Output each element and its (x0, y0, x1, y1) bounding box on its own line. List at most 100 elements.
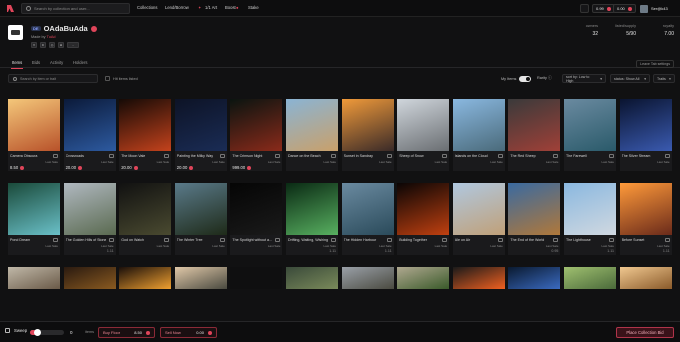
nft-card[interactable]: The Lighthouse Last Sale 1.11 (564, 183, 616, 255)
cart-icon[interactable] (108, 154, 114, 158)
nft-image[interactable] (508, 183, 561, 235)
nft-card[interactable]: Camera Obscura Last Sale 8.50 (8, 99, 60, 171)
more-icon[interactable]: ... (67, 42, 79, 48)
cart-icon[interactable] (164, 238, 170, 242)
cart-icon[interactable] (219, 154, 225, 158)
website-icon[interactable]: ◎ (49, 42, 55, 48)
nft-card[interactable]: Drifting, Waiting, Wishing Last Sale 1.11 (286, 183, 338, 255)
nft-card[interactable]: The Farewell Last Sale (564, 99, 616, 171)
discord-icon[interactable]: D (40, 42, 46, 48)
global-search-input[interactable]: Search by collection and user... (21, 3, 130, 14)
nft-image[interactable] (452, 183, 505, 235)
refresh-icon[interactable] (580, 4, 589, 13)
tab-holders[interactable]: Holders (73, 60, 87, 65)
nft-card[interactable]: God on Watch Last Sale (119, 183, 172, 255)
nft-card[interactable]: The Spotlight without a... Last Sale (230, 183, 283, 255)
nft-card[interactable]: Building Together Last Sale (397, 183, 450, 255)
cart-icon[interactable] (275, 238, 281, 242)
cart-icon[interactable] (275, 154, 281, 158)
nft-card[interactable]: The Winter Tree Last Sale (174, 183, 227, 255)
nft-card[interactable] (8, 267, 60, 289)
cart-icon[interactable] (164, 154, 170, 158)
cart-icon[interactable] (219, 238, 225, 242)
tab-settings-link[interactable]: Leave Tab settings (636, 60, 674, 68)
nft-image[interactable] (230, 99, 283, 151)
nft-card[interactable]: Before Sunset Last Sale 1.11 (619, 183, 672, 255)
nft-image[interactable] (397, 267, 450, 289)
nft-card[interactable] (230, 267, 283, 289)
nft-card[interactable]: Dance on the Beach Last Sale (286, 99, 338, 171)
nft-image[interactable] (452, 99, 505, 151)
nft-card[interactable] (63, 267, 116, 289)
cart-icon[interactable] (553, 238, 559, 242)
cart-icon[interactable] (331, 154, 336, 158)
cart-icon[interactable] (331, 238, 336, 242)
traits-button[interactable]: Traits ≡ (653, 74, 675, 83)
sweep-slider[interactable] (30, 329, 64, 336)
cart-icon[interactable] (553, 154, 559, 158)
nft-image[interactable] (174, 183, 227, 235)
nft-card[interactable] (174, 267, 227, 289)
cart-icon[interactable] (442, 238, 448, 242)
cart-icon[interactable] (664, 154, 670, 158)
nft-image[interactable] (564, 99, 616, 151)
nft-card[interactable]: Sunset in Sandray Last Sale (341, 99, 394, 171)
nft-image[interactable] (230, 267, 283, 289)
cart-icon[interactable] (442, 154, 448, 158)
nft-card[interactable]: The Red Sheep Last Sale (508, 99, 561, 171)
place-collection-bid-button[interactable]: Place Collection Bid (616, 327, 674, 338)
rarity-filter[interactable]: Rarity ⓘ (537, 76, 552, 81)
nft-card[interactable] (119, 267, 172, 289)
cart-icon[interactable] (609, 238, 614, 242)
twitter-icon[interactable]: ✕ (31, 42, 37, 48)
cart-icon[interactable] (386, 238, 392, 242)
cart-icon[interactable] (53, 238, 58, 242)
nft-card[interactable]: The Crimson Night Last Sale 999.00 (230, 99, 283, 171)
cart-icon[interactable] (609, 154, 614, 158)
nav-boost[interactable]: Boost (225, 5, 236, 10)
nft-card[interactable]: The End of the World Last Sale 0.95 (508, 183, 561, 255)
cart-icon[interactable] (497, 154, 503, 158)
my-items-toggle[interactable]: My Items (501, 76, 532, 82)
nft-image[interactable] (508, 267, 561, 289)
nft-image[interactable] (8, 183, 60, 235)
nft-card[interactable]: Pond Dream Last Sale (8, 183, 60, 255)
nft-image[interactable] (341, 99, 394, 151)
cart-icon[interactable] (108, 238, 114, 242)
nft-card[interactable]: The Golden Hills of Stone Last Sale 1.11 (63, 183, 116, 255)
cart-icon[interactable] (386, 154, 392, 158)
nft-image[interactable] (341, 267, 394, 289)
nft-card[interactable] (452, 267, 505, 289)
nav-collections[interactable]: Collections (137, 5, 157, 10)
cart-icon[interactable] (664, 238, 670, 242)
nft-card[interactable] (619, 267, 672, 289)
nft-card[interactable]: Islands on the Cloud Last Sale (452, 99, 505, 171)
balance-b[interactable]: 0.00 (613, 4, 636, 13)
nft-image[interactable] (286, 99, 338, 151)
nft-card[interactable]: Crossroads Last Sale 20.00 (63, 99, 116, 171)
nft-card[interactable]: The Hidden Harbour Last Sale 1.11 (341, 183, 394, 255)
nft-card[interactable] (508, 267, 561, 289)
listed-checkbox[interactable]: Hit items listed (105, 76, 138, 81)
nft-image[interactable] (341, 183, 394, 235)
globe-icon[interactable]: ⊕ (58, 42, 64, 48)
nft-image[interactable] (119, 267, 172, 289)
tab-bids[interactable]: Bids (32, 60, 40, 65)
nft-card[interactable] (286, 267, 338, 289)
nft-image[interactable] (397, 183, 450, 235)
sort-select[interactable]: sort by: Low to High ▾ (562, 74, 606, 83)
cart-icon[interactable] (497, 238, 503, 242)
nft-image[interactable] (174, 267, 227, 289)
nft-card[interactable] (397, 267, 450, 289)
profile-menu[interactable]: Ser@k43 (640, 3, 676, 14)
balance-a[interactable]: 0.99 (592, 4, 615, 13)
nft-card[interactable]: Painting the Milky Way Last Sale 20.00 (174, 99, 227, 171)
nft-image[interactable] (119, 99, 172, 151)
slider-handle[interactable] (33, 329, 41, 336)
nft-image[interactable] (564, 183, 616, 235)
nft-image[interactable] (619, 267, 672, 289)
nft-card[interactable]: Ale on Air Last Sale (452, 183, 505, 255)
nft-card[interactable] (564, 267, 616, 289)
nav-lend-borrow[interactable]: Lend/Borrow (165, 5, 189, 10)
nft-image[interactable] (397, 99, 450, 151)
